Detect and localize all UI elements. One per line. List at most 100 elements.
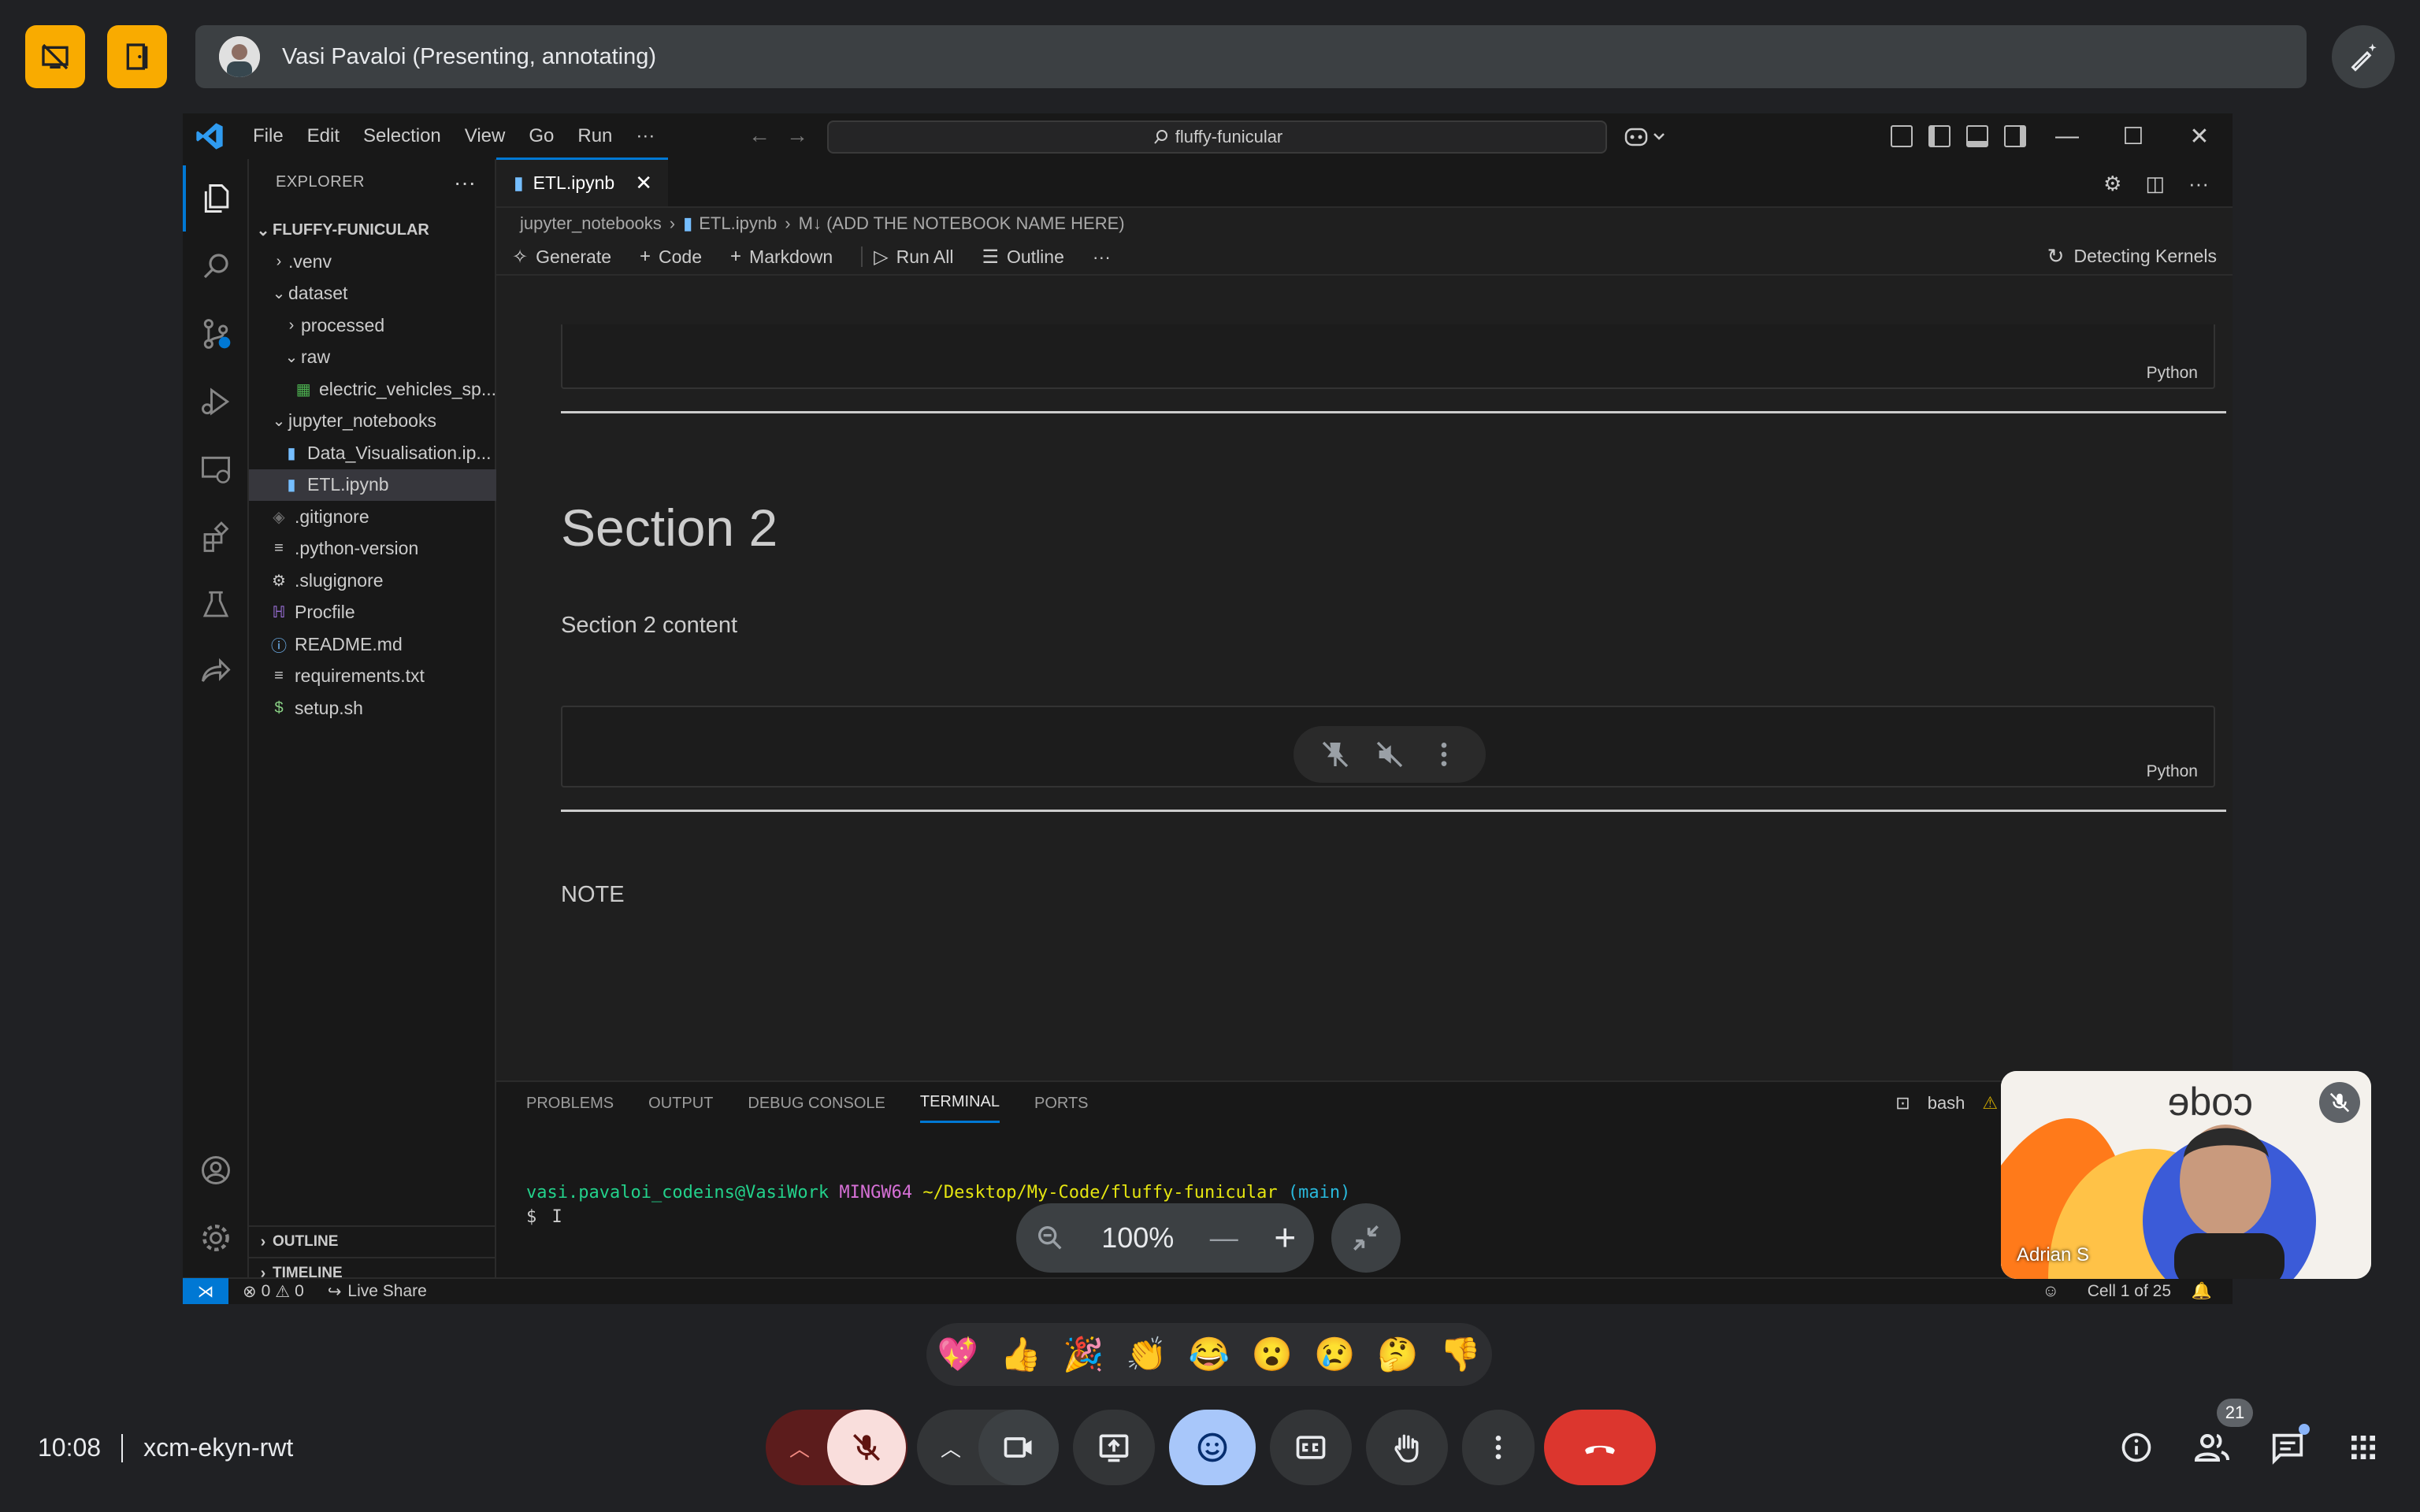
activity-extensions[interactable] bbox=[183, 504, 249, 570]
tree-item[interactable]: ⓘ README.md bbox=[249, 628, 496, 660]
tree-item[interactable]: ◈ .gitignore bbox=[249, 501, 496, 532]
workspace-root[interactable]: ⌄ FLUFFY-FUNICULAR bbox=[249, 214, 496, 246]
menu-selection[interactable]: Selection bbox=[351, 125, 453, 147]
tab-ports[interactable]: PORTS bbox=[1034, 1085, 1089, 1122]
toggle-secondary-sidebar-icon[interactable] bbox=[2004, 125, 2026, 147]
activity-explorer[interactable] bbox=[183, 165, 249, 232]
people-button[interactable] bbox=[2193, 1429, 2231, 1466]
nav-forward-icon[interactable]: → bbox=[786, 123, 808, 148]
breadcrumb-folder[interactable]: jupyter_notebooks bbox=[520, 213, 662, 234]
activity-testing[interactable] bbox=[183, 572, 249, 638]
more-actions-icon[interactable]: ··· bbox=[2188, 172, 2209, 196]
tree-item[interactable]: ▦ electric_vehicles_sp... bbox=[249, 373, 496, 405]
tree-item[interactable]: ≡ .python-version bbox=[249, 533, 496, 565]
activity-accounts[interactable] bbox=[183, 1137, 249, 1203]
reaction-surprised[interactable]: 😮 bbox=[1252, 1336, 1293, 1374]
notebook-settings-icon[interactable]: ⚙ bbox=[2103, 172, 2121, 196]
companion-mode-button[interactable] bbox=[107, 25, 167, 88]
problems-status[interactable]: ⊗ 0 ⚠ 0 bbox=[243, 1282, 304, 1302]
pin-off-icon[interactable] bbox=[1319, 739, 1351, 770]
raise-hand-button[interactable] bbox=[1366, 1410, 1448, 1485]
activity-source-control[interactable] bbox=[183, 301, 249, 367]
tree-item[interactable]: ℍ Procfile bbox=[249, 597, 496, 628]
present-screen-button[interactable] bbox=[1073, 1410, 1155, 1485]
reactions-button[interactable] bbox=[1169, 1410, 1256, 1485]
copilot-status-icon[interactable]: ☺ bbox=[2043, 1282, 2059, 1301]
outline-button[interactable]: ☰ Outline bbox=[982, 246, 1063, 269]
activity-remote-explorer[interactable] bbox=[183, 436, 249, 502]
tree-item[interactable]: › processed bbox=[249, 309, 496, 341]
bell-icon[interactable]: 🔔 bbox=[2192, 1282, 2212, 1301]
reaction-sparkling-heart[interactable]: 💖 bbox=[937, 1336, 978, 1374]
fit-to-screen-button[interactable] bbox=[1331, 1203, 1401, 1273]
kernel-picker[interactable]: ↻ Detecting Kernels bbox=[2047, 244, 2217, 269]
reaction-crying[interactable]: 😢 bbox=[1314, 1336, 1355, 1374]
toggle-panel-icon[interactable] bbox=[1966, 125, 1988, 147]
more-options-button[interactable] bbox=[1462, 1410, 1535, 1485]
zoom-minus-icon[interactable]: — bbox=[1210, 1221, 1238, 1254]
reaction-clapping[interactable]: 👏 bbox=[1126, 1336, 1167, 1374]
annotate-button[interactable] bbox=[2332, 25, 2395, 88]
tree-item[interactable]: ⌄ jupyter_notebooks bbox=[249, 406, 496, 437]
activities-button[interactable] bbox=[2344, 1429, 2382, 1466]
tree-item[interactable]: ≡ requirements.txt bbox=[249, 661, 496, 692]
tree-item[interactable]: $ setup.sh bbox=[249, 692, 496, 724]
tree-item[interactable]: › .venv bbox=[249, 246, 496, 277]
microphone-button[interactable] bbox=[827, 1410, 906, 1485]
stop-presenting-button[interactable] bbox=[25, 25, 85, 88]
cell-position[interactable]: Cell 1 of 25 bbox=[2088, 1282, 2171, 1301]
cell-language[interactable]: Python bbox=[2147, 364, 2198, 383]
activity-live-share[interactable] bbox=[183, 639, 249, 706]
customize-layout-icon[interactable] bbox=[1891, 125, 1913, 147]
camera-button[interactable] bbox=[978, 1410, 1059, 1485]
minimize-button[interactable]: — bbox=[2034, 123, 2100, 150]
code-cell[interactable]: Python bbox=[561, 324, 2215, 389]
activity-run-debug[interactable] bbox=[183, 369, 249, 435]
toolbar-more-button[interactable]: ··· bbox=[1093, 246, 1111, 268]
tab-output[interactable]: OUTPUT bbox=[648, 1085, 713, 1122]
add-code-button[interactable]: + Code bbox=[640, 246, 702, 268]
explorer-more-icon[interactable]: ··· bbox=[454, 170, 476, 195]
zoom-out-icon[interactable] bbox=[1034, 1222, 1066, 1254]
reaction-thumbs-up[interactable]: 👍 bbox=[1000, 1336, 1041, 1374]
cell-language[interactable]: Python bbox=[2147, 762, 2198, 781]
breadcrumb-file[interactable]: ETL.ipynb bbox=[699, 213, 777, 234]
tab-terminal[interactable]: TERMINAL bbox=[919, 1084, 1000, 1123]
activity-search[interactable] bbox=[183, 233, 249, 299]
tree-item[interactable]: ⚙ .slugignore bbox=[249, 565, 496, 596]
menu-view[interactable]: View bbox=[453, 125, 518, 147]
reaction-thumbs-down[interactable]: 👎 bbox=[1440, 1336, 1481, 1374]
tab-etl-ipynb[interactable]: ▮ ETL.ipynb ✕ bbox=[496, 158, 668, 206]
breadcrumb-cell[interactable]: M↓ (ADD THE NOTEBOOK NAME HERE) bbox=[799, 213, 1125, 234]
maximize-button[interactable]: ☐ bbox=[2100, 123, 2166, 150]
copilot-icon[interactable] bbox=[1624, 124, 1668, 148]
zoom-plus-icon[interactable]: + bbox=[1274, 1217, 1296, 1260]
menu-go[interactable]: Go bbox=[517, 125, 566, 147]
more-vert-icon[interactable] bbox=[1428, 739, 1460, 770]
split-editor-icon[interactable]: ◫ bbox=[2145, 172, 2165, 196]
outline-section[interactable]: › OUTLINE bbox=[249, 1225, 496, 1257]
reaction-laughing[interactable]: 😂 bbox=[1189, 1336, 1230, 1374]
volume-off-icon[interactable] bbox=[1374, 739, 1405, 770]
remote-indicator[interactable]: ⋊ bbox=[183, 1278, 228, 1304]
tab-debug-console[interactable]: DEBUG CONSOLE bbox=[748, 1085, 885, 1122]
run-all-button[interactable]: ▷ Run All bbox=[874, 246, 953, 269]
menu-more[interactable]: ··· bbox=[624, 125, 666, 147]
reaction-party-popper[interactable]: 🎉 bbox=[1063, 1336, 1104, 1374]
nav-back-icon[interactable]: ← bbox=[748, 123, 770, 148]
captions-button[interactable] bbox=[1270, 1410, 1352, 1485]
add-markdown-button[interactable]: + Markdown bbox=[730, 246, 833, 268]
self-view-tile[interactable]: code Adrian S bbox=[2001, 1071, 2371, 1279]
command-center-search[interactable]: fluffy-funicular bbox=[827, 120, 1607, 154]
live-share-status[interactable]: ↪ Live Share bbox=[328, 1282, 427, 1302]
chat-button[interactable] bbox=[2269, 1424, 2310, 1466]
terminal-shell-name[interactable]: bash bbox=[1928, 1093, 1965, 1114]
tree-item[interactable]: ▮ ETL.ipynb bbox=[249, 469, 496, 501]
meeting-details-button[interactable] bbox=[2118, 1429, 2155, 1466]
tab-problems[interactable]: PROBLEMS bbox=[526, 1085, 614, 1122]
tree-item[interactable]: ⌄ raw bbox=[249, 342, 496, 373]
leave-call-button[interactable] bbox=[1544, 1410, 1656, 1485]
close-icon[interactable]: ✕ bbox=[635, 171, 652, 195]
generate-button[interactable]: ✧ Generate bbox=[512, 246, 611, 269]
activity-manage[interactable] bbox=[183, 1205, 249, 1271]
